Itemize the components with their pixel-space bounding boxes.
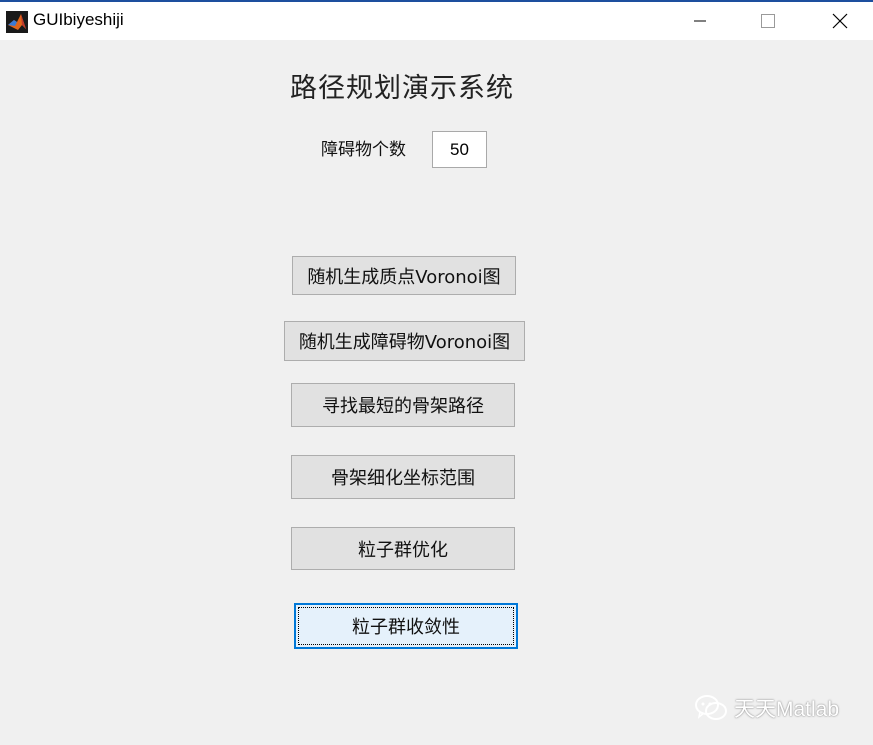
close-button[interactable] xyxy=(811,2,869,40)
obstacle-count-input[interactable] xyxy=(432,131,487,168)
minimize-button[interactable] xyxy=(671,2,729,40)
find-shortest-skeleton-path-button[interactable]: 寻找最短的骨架路径 xyxy=(291,383,515,427)
generate-point-voronoi-button[interactable]: 随机生成质点Voronoi图 xyxy=(292,256,516,295)
title-bar: GUIbiyeshiji xyxy=(0,0,873,40)
generate-obstacle-voronoi-button[interactable]: 随机生成障碍物Voronoi图 xyxy=(284,321,525,361)
watermark-text: 天天Matlab xyxy=(734,698,840,721)
pso-optimize-button[interactable]: 粒子群优化 xyxy=(291,527,515,570)
page-title: 路径规划演示系统 xyxy=(290,73,514,104)
watermark: 天天Matlab xyxy=(694,693,839,723)
maximize-icon xyxy=(761,14,775,28)
skeleton-refine-range-button[interactable]: 骨架细化坐标范围 xyxy=(291,455,515,499)
window-title: GUIbiyeshiji xyxy=(33,10,124,29)
pso-convergence-button[interactable]: 粒子群收敛性 xyxy=(294,603,518,649)
wechat-icon xyxy=(695,695,727,720)
maximize-button[interactable] xyxy=(739,2,797,40)
matlab-logo-icon xyxy=(6,11,28,33)
close-icon xyxy=(832,13,848,29)
obstacle-count-label: 障碍物个数 xyxy=(321,140,406,160)
minimize-icon xyxy=(694,20,706,22)
